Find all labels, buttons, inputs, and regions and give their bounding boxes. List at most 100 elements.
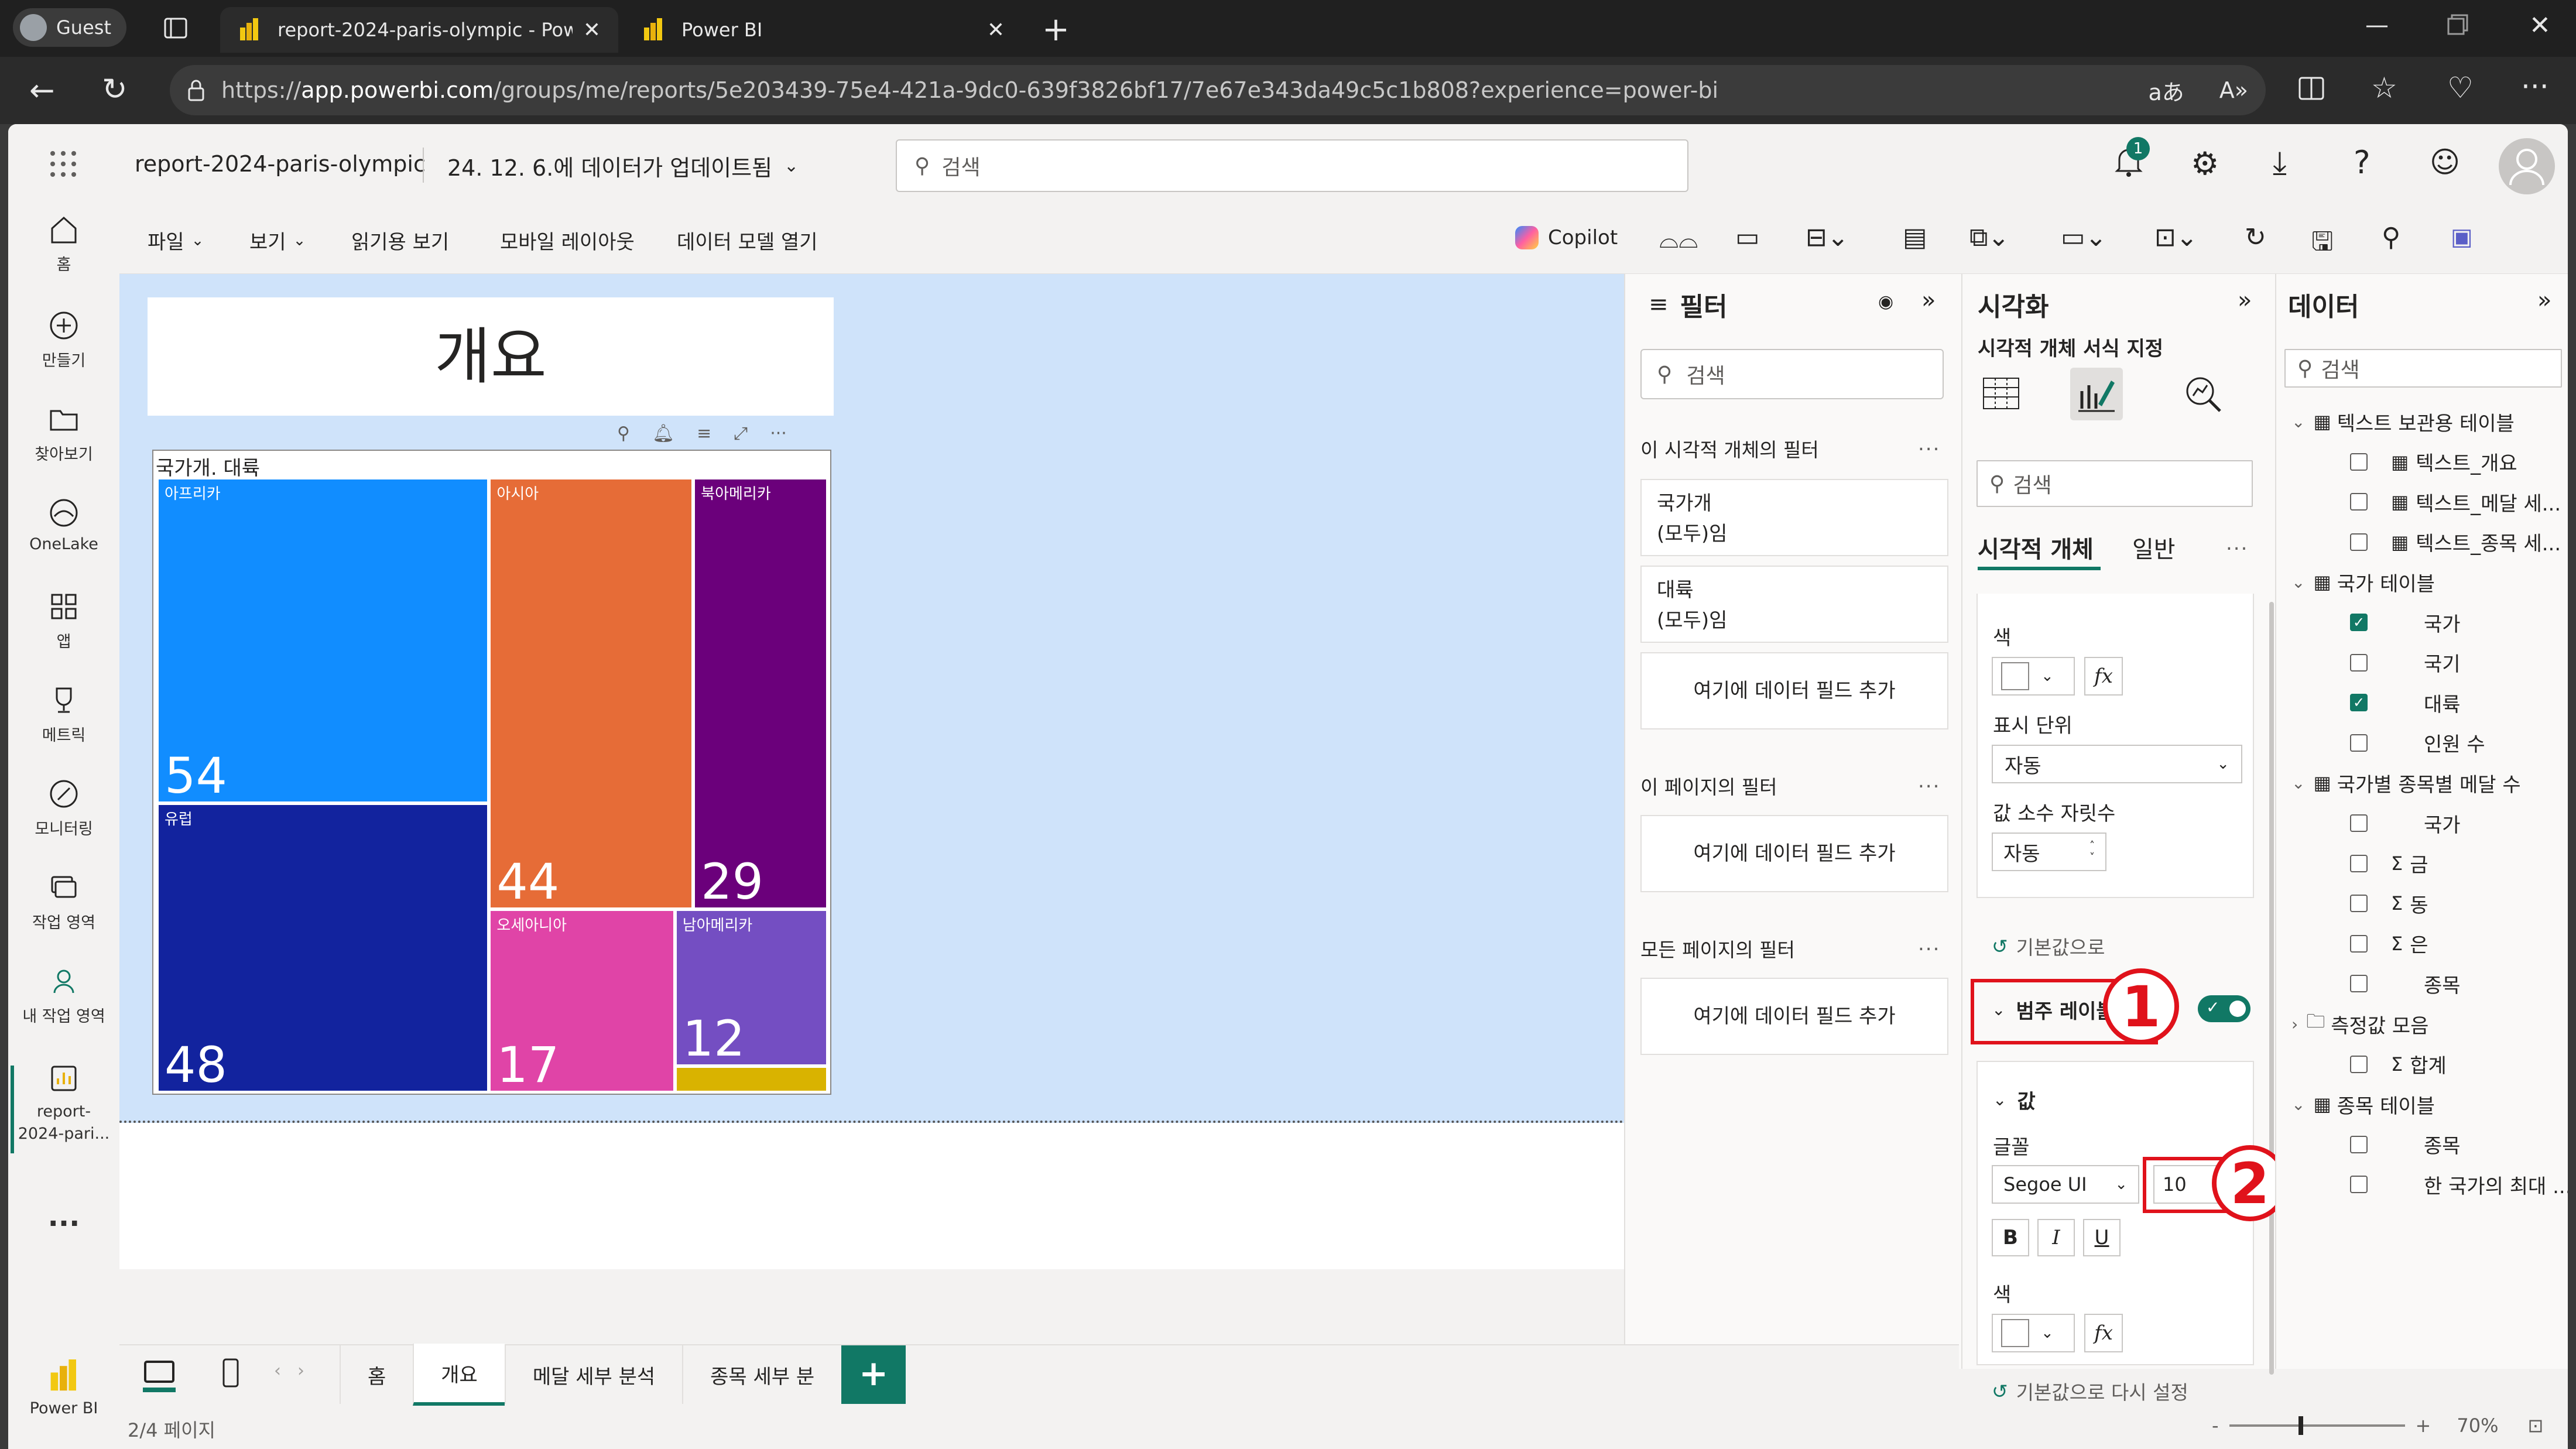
add-page-button[interactable]: + [841,1345,906,1404]
data-field[interactable]: 종목 [2350,1125,2568,1164]
data-field[interactable]: ▦ 텍스트_종목 세... [2350,522,2568,562]
chevron-down-icon[interactable]: ⌄ [2291,1095,2305,1114]
data-field[interactable]: Σ은 [2350,924,2568,964]
data-field[interactable]: ▦ 텍스트_메달 세... [2350,482,2568,522]
teams-icon[interactable]: ▣ [2451,224,2473,251]
browser-tab-report[interactable]: report-2024-paris-olympic - Powe ✕ [220,7,618,53]
teams-share-icon[interactable]: ⊟⌄ [1806,222,1849,252]
refresh-icon[interactable]: ↻ [2245,222,2266,252]
format-search-input[interactable]: ⚲ 검색 [1976,460,2253,507]
field-checkbox[interactable] [2350,493,2368,511]
app-launcher-icon[interactable] [49,150,77,178]
favorites-icon[interactable]: ☆ [2371,71,2397,105]
stepper-arrows-icon[interactable]: ˄˅ [2089,840,2095,864]
eye-icon[interactable]: ◉ [1878,292,1893,312]
binoculars-icon[interactable]: ⌓⌓ [1659,225,1698,254]
nav-metrics[interactable]: 메트릭 [8,683,119,745]
data-table[interactable]: ⌄ ▦ 텍스트 보관용 테이블 [2291,402,2568,441]
treemap-tile[interactable]: 유럽 48 [157,803,489,1092]
more-options-icon[interactable]: ··· [770,423,787,444]
pin-icon[interactable]: ⚲ [2382,222,2400,252]
treemap-visual[interactable]: 국가개. 대륙 아프리카 54 유럽 48 아시아 44 북아메리카 29 오세아니아 17 남아메… [152,450,831,1095]
field-checkbox[interactable] [2350,453,2368,471]
fit-page-icon[interactable]: ⊡ [2527,1414,2543,1437]
filter-card[interactable]: 국가개 (모두)임 [1640,479,1948,556]
more-icon[interactable]: ··· [2521,70,2549,104]
restore-icon[interactable] [2447,14,2468,35]
treemap-tile[interactable]: 아프리카 54 [157,478,489,803]
field-checkbox[interactable] [2350,734,2368,752]
data-field[interactable]: 국기 [2350,643,2568,683]
bell-icon[interactable]: 🔔︎ [652,423,674,444]
collapse-pane-icon[interactable]: » [2537,287,2551,314]
data-folder[interactable]: › 🗀 측정값 모음 [2291,1004,2568,1044]
global-search-input[interactable]: ⚲ 검색 [896,139,1688,192]
more-icon[interactable]: ... [8,1200,119,1233]
copilot-button[interactable]: Copilot [1515,226,1618,249]
more-icon[interactable]: ... [2226,532,2248,555]
font-color-picker[interactable]: ⌄ [1992,1314,2075,1352]
treemap-tile[interactable]: 오세아니아 17 [489,909,675,1092]
filter-icon[interactable]: ≡ [697,423,711,444]
bold-button[interactable]: B [1992,1219,2029,1256]
nav-apps[interactable]: 앱 [8,589,119,652]
field-checkbox[interactable] [2350,653,2368,672]
fx-button[interactable]: fx [2084,1314,2123,1352]
format-visual-icon[interactable] [2070,368,2123,420]
feedback-icon[interactable]: ☺ [2430,145,2460,179]
report-name[interactable]: report-2024-paris-olympic [135,151,426,177]
color-picker[interactable]: ⌄ [1992,657,2075,696]
data-field[interactable]: ▦ 텍스트_개요 [2350,442,2568,482]
tab-actions-icon[interactable] [163,15,189,41]
page-tab[interactable]: 메달 세부 분석 [504,1345,682,1404]
filter-card[interactable]: 대륙 (모두)임 [1640,566,1948,643]
settings-icon[interactable]: ⚙ [2191,145,2219,182]
field-checkbox[interactable] [2350,975,2368,993]
data-field[interactable]: 국가 [2350,803,2568,843]
data-field[interactable]: ✓ 대륙 [2350,683,2568,722]
nav-workspaces[interactable]: 작업 영역 [8,870,119,933]
collapse-pane-icon[interactable]: » [2238,287,2252,314]
nav-home[interactable]: 홈 [8,212,119,275]
data-table[interactable]: ⌄ ▦ 종목 테이블 [2291,1084,2568,1124]
values-section-header[interactable]: ⌄ 값 [1993,1085,2036,1114]
page-tab[interactable]: 개요 [413,1344,505,1406]
more-icon[interactable]: ... [1918,932,1940,955]
data-table[interactable]: ⌄ ▦ 국가 테이블 [2291,562,2568,602]
url-field[interactable]: https://app.powerbi.com/groups/me/report… [170,65,2266,115]
decimals-stepper[interactable]: 자동 ˄ ˅ [1992,833,2106,871]
focus-mode-icon[interactable]: ⤢ [734,423,748,444]
back-icon[interactable]: ← [29,73,55,108]
zoom-out-icon[interactable]: - [2212,1414,2219,1437]
data-field[interactable]: Σ금 [2350,844,2568,883]
tab-visual[interactable]: 시각적 개체 [1978,530,2094,564]
data-table[interactable]: ⌄ ▦ 국가별 종목별 메달 수 [2291,763,2568,803]
treemap-tile[interactable]: 북아메리카 29 [693,478,828,910]
immersive-reader-icon[interactable]: A» [2219,77,2248,103]
page-scroll-right-icon[interactable]: › [297,1361,304,1381]
export-icon[interactable]: ⧉⌄ [1969,222,2009,252]
menu-mobile-layout[interactable]: 모바일 레이아웃 [500,226,635,255]
field-checkbox[interactable] [2350,1055,2368,1073]
reset-default-link[interactable]: ↺ 기본값으로 다시 설정 [1992,1377,2188,1405]
nav-current-report[interactable]: report- 2024-pari... [8,1061,119,1145]
menu-reading-view[interactable]: 읽기용 보기 [351,226,449,255]
profile-button[interactable]: Guest [13,8,126,47]
nav-create[interactable]: 만들기 [8,308,119,371]
data-field[interactable]: 인원 수 [2350,723,2568,763]
present-icon[interactable]: ▭⌄ [2061,222,2106,252]
treemap-tile[interactable] [674,1066,828,1092]
reset-default-link[interactable]: ↺ 기본값으로 [1992,932,2105,960]
data-field[interactable]: 종목 [2350,964,2568,1003]
data-field[interactable]: Σ동 [2350,883,2568,923]
fx-button[interactable]: fx [2084,657,2123,696]
treemap-tile[interactable]: 남아메리카 12 [674,909,828,1067]
field-checkbox[interactable] [2350,895,2368,913]
analytics-icon[interactable] [2179,370,2226,417]
field-checkbox[interactable]: ✓ [2350,614,2368,631]
data-field[interactable]: Σ 합계 [2350,1044,2568,1084]
add-data-field-drop[interactable]: 여기에 데이터 필드 추가 [1640,978,1948,1055]
menu-view[interactable]: 보기 ⌄ [249,226,306,255]
category-label-toggle[interactable]: ✓ [2198,995,2250,1022]
zoom-thumb[interactable] [2298,1416,2303,1435]
